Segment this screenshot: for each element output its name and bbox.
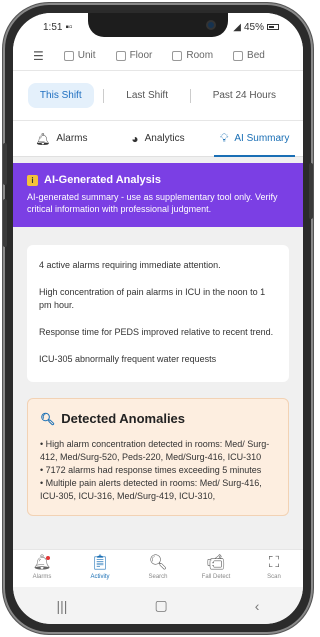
tab-this-shift[interactable]: This Shift <box>27 83 94 108</box>
nav-scan[interactable]: ⛶ Scan <box>248 554 300 580</box>
bell-icon: 🔔︎ <box>35 131 51 146</box>
divider <box>103 88 105 103</box>
room-icon <box>172 50 183 61</box>
summary-card: 4 active alarms requiring immediate atte… <box>27 245 289 382</box>
front-camera <box>206 20 216 30</box>
nav-scan-label: Scan <box>267 574 281 580</box>
bed-icon <box>233 50 244 61</box>
divider <box>189 88 191 103</box>
tab-analytics-label: Analytics <box>144 133 185 144</box>
bottom-navigation: 🔔︎ Alarms 📋︎ Activity 🔍︎ Search 📹︎ Fall … <box>13 549 303 587</box>
android-system-nav: ||| ▢ ‹ <box>13 587 303 624</box>
nav-activity[interactable]: 📋︎ Activity <box>74 554 126 580</box>
summary-line: 4 active alarms requiring immediate atte… <box>39 260 221 270</box>
tab-ai-summary-label: AI Summary <box>234 133 290 144</box>
ai-banner-subtitle: AI-generated summary - use as supplement… <box>27 192 278 214</box>
ai-banner-title: AI-Generated Analysis <box>44 174 161 186</box>
tab-past-24-hours[interactable]: Past 24 Hours <box>201 83 288 108</box>
back-icon[interactable]: ‹ <box>255 598 260 614</box>
time-range-tabs: This Shift Last Shift Past 24 Hours <box>13 71 303 121</box>
anomaly-item: • Multiple pain alerts detected in rooms… <box>40 478 262 501</box>
filter-unit[interactable]: Unit <box>63 50 96 61</box>
tab-alarms-label: Alarms <box>56 133 88 144</box>
filter-room[interactable]: Room <box>172 50 213 61</box>
pie-chart-icon: ◕ <box>131 131 139 146</box>
anomalies-title: Detected Anomalies <box>61 411 186 426</box>
recent-apps-icon[interactable]: ||| <box>57 598 68 614</box>
summary-line: High concentration of pain alarms in ICU… <box>39 287 266 310</box>
volume-up-button <box>3 143 7 185</box>
battery-percent: 45% <box>243 21 264 33</box>
tab-alarms[interactable]: 🔔︎ Alarms <box>13 121 110 156</box>
magnifier-icon: 🔍︎ <box>40 411 56 426</box>
notification-icons: ▪▫ <box>65 21 73 33</box>
camera-icon: 📹︎ <box>206 554 226 571</box>
home-icon[interactable]: ▢ <box>154 597 167 614</box>
nav-search[interactable]: 🔍︎ Search <box>132 554 184 580</box>
filter-floor-label: Floor <box>129 50 153 61</box>
info-icon: i <box>27 174 38 186</box>
filter-bed-label: Bed <box>247 50 265 61</box>
summary-line: ICU-305 abnormally frequent water reques… <box>39 354 217 364</box>
lightbulb-icon: 💡︎ <box>219 131 229 145</box>
filter-bed[interactable]: Bed <box>233 50 265 61</box>
status-time: 1:51 <box>43 21 63 33</box>
tab-ai-summary[interactable]: 💡︎ AI Summary <box>206 121 303 157</box>
screen: 1:51 ▪▫ ◢ 45% ☰ Unit Floor Room Bed This… <box>13 13 303 624</box>
nav-activity-label: Activity <box>90 574 110 580</box>
search-icon: 🔍︎ <box>148 554 168 571</box>
tab-analytics[interactable]: ◕ Analytics <box>110 121 207 156</box>
power-button <box>309 163 313 219</box>
filter-unit-label: Unit <box>77 50 96 61</box>
detected-anomalies-card: 🔍︎ Detected Anomalies • High alarm conce… <box>27 398 289 516</box>
anomaly-item: • High alarm concentration detected in r… <box>40 439 270 462</box>
unit-icon <box>63 50 74 61</box>
battery-icon <box>267 24 279 30</box>
nav-fall-detect-label: Fall Detect <box>201 574 231 580</box>
alert-dot <box>46 556 50 560</box>
anomaly-item: • 7172 alarms had response times exceedi… <box>40 465 262 475</box>
phone-frame: 1:51 ▪▫ ◢ 45% ☰ Unit Floor Room Bed This… <box>3 3 313 634</box>
volume-down-button <box>3 199 7 247</box>
ai-disclaimer-banner: i AI-Generated Analysis AI-generated sum… <box>13 163 303 227</box>
nav-search-label: Search <box>148 574 168 580</box>
summary-line: Response time for PEDS improved relative… <box>39 327 274 337</box>
section-tabs: 🔔︎ Alarms ◕ Analytics 💡︎ AI Summary <box>13 121 303 157</box>
filter-sliders-icon[interactable]: ☰ <box>33 49 44 63</box>
tab-last-shift[interactable]: Last Shift <box>114 83 180 108</box>
floor-icon <box>115 50 126 61</box>
ai-summary-content[interactable]: i AI-Generated Analysis AI-generated sum… <box>13 157 303 549</box>
nav-alarms-label: Alarms <box>32 574 52 580</box>
filter-floor[interactable]: Floor <box>115 50 153 61</box>
location-filter-bar: ☰ Unit Floor Room Bed <box>13 41 303 71</box>
clipboard-icon: 📋︎ <box>90 554 110 571</box>
signal-icon: ◢ <box>233 21 241 33</box>
filter-room-label: Room <box>186 50 214 61</box>
nav-fall-detect[interactable]: 📹︎ Fall Detect <box>190 554 242 580</box>
qr-scan-icon: ⛶ <box>268 554 280 571</box>
nav-alarms[interactable]: 🔔︎ Alarms <box>16 554 68 580</box>
camera-notch <box>88 13 228 37</box>
